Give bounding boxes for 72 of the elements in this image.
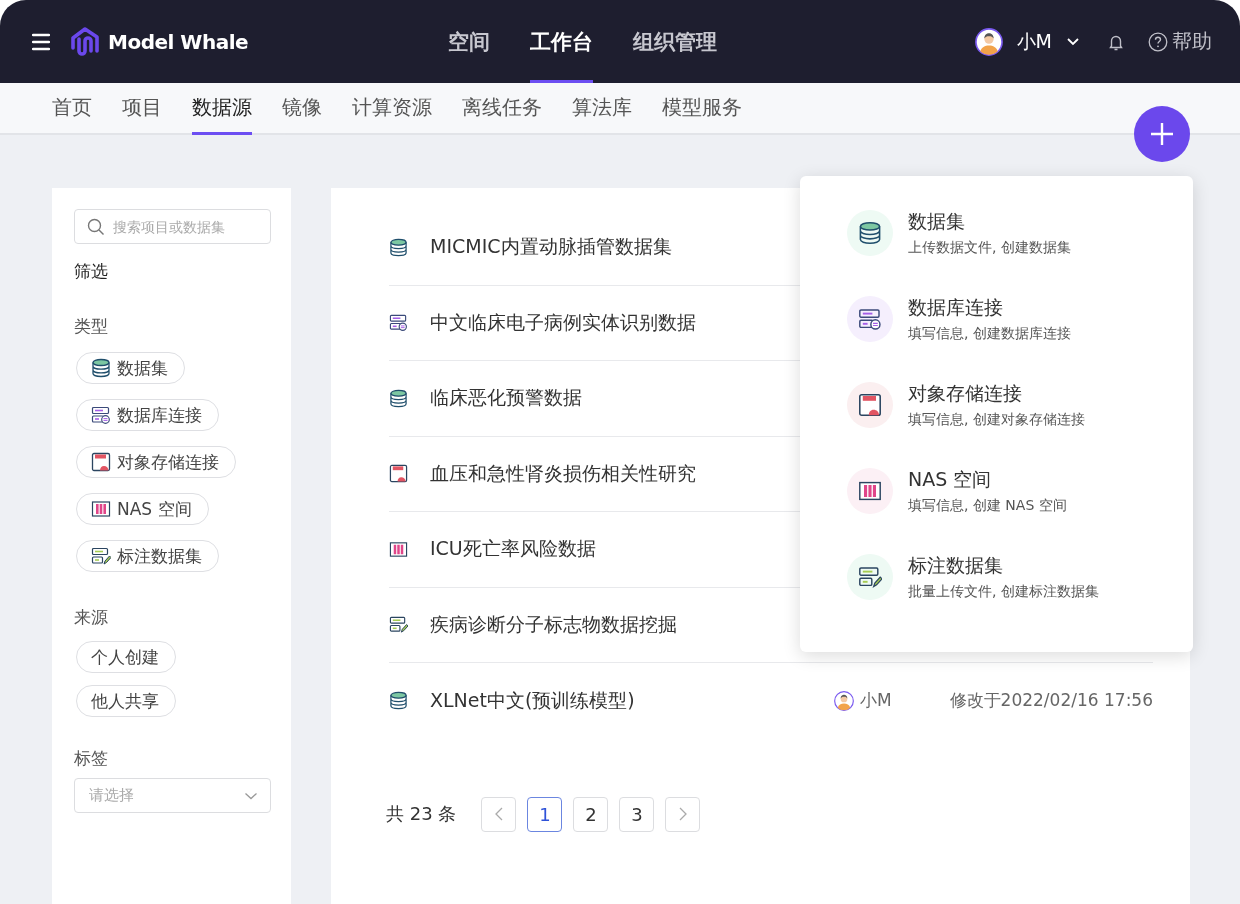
section-heading: 类型	[74, 315, 108, 338]
note-pen-icon	[389, 615, 408, 635]
type-filter-chip[interactable]: 数据库连接	[76, 399, 219, 431]
user-name[interactable]: 小M	[1016, 28, 1052, 55]
menu-item-title: 对象存储连接	[908, 381, 1023, 406]
server-link-icon	[91, 405, 111, 425]
type-filter-chip[interactable]: NAS 空间	[76, 493, 209, 525]
search-icon	[87, 218, 105, 236]
menu-item-description: 填写信息, 创建对象存储连接	[908, 411, 1085, 429]
type-filter-chip[interactable]: 数据集	[76, 352, 185, 384]
database-stack-icon	[858, 221, 882, 245]
help-icon[interactable]	[1148, 31, 1168, 52]
type-filter-chip[interactable]: 标注数据集	[76, 540, 219, 572]
page-button[interactable]: 3	[619, 796, 655, 832]
modified-time: 修改于2022/02/16 17:56	[949, 689, 1153, 713]
source-filter-chip[interactable]: 个人创建	[76, 641, 176, 673]
menu-item-description: 填写信息, 创建 NAS 空间	[908, 497, 1067, 515]
menu-item-title: 数据库连接	[908, 295, 1004, 320]
menu-item-description: 上传数据文件, 创建数据集	[908, 239, 1071, 257]
subnav-tab[interactable]: 数据源	[192, 83, 252, 135]
type-filter-chip[interactable]: 对象存储连接	[76, 446, 236, 478]
chevron-left-icon	[493, 806, 504, 822]
plus-icon	[1150, 122, 1174, 146]
page-button[interactable]: 2	[573, 796, 609, 832]
subnav-tab[interactable]: 首页	[52, 83, 92, 135]
database-stack-icon	[389, 388, 408, 408]
storage-rack-icon	[858, 479, 882, 503]
subnav-tab[interactable]: 镜像	[282, 83, 322, 135]
page-button[interactable]: 1	[527, 796, 563, 832]
subnav-tab[interactable]: 算法库	[572, 83, 632, 135]
nav-tab[interactable]: 组织管理	[633, 0, 718, 83]
logo-icon	[70, 25, 100, 58]
menu-item-title: 标注数据集	[908, 553, 1004, 578]
subnav-tab[interactable]: 计算资源	[352, 83, 432, 135]
chevron-down-icon[interactable]	[1066, 36, 1080, 47]
menu-icon[interactable]	[32, 32, 50, 51]
create-menu-item[interactable]: 数据库连接 填写信息, 创建数据库连接	[847, 286, 1193, 352]
total-count: 共 23 条	[386, 802, 457, 826]
menu-item-description: 填写信息, 创建数据库连接	[908, 325, 1071, 343]
note-pen-icon	[91, 546, 111, 566]
database-stack-icon	[389, 237, 408, 257]
create-menu-item[interactable]: 数据集 上传数据文件, 创建数据集	[847, 200, 1193, 266]
dataset-name[interactable]: XLNet中文(预训练模型)	[430, 687, 834, 714]
storage-rack-icon	[389, 539, 408, 559]
create-menu-item[interactable]: 标注数据集 批量上传文件, 创建标注数据集	[847, 544, 1193, 610]
logo-text: Model Whale	[108, 29, 249, 54]
subnav-tab[interactable]: 项目	[122, 83, 162, 135]
note-pen-icon	[858, 565, 882, 589]
add-button[interactable]	[1134, 106, 1190, 162]
owner-name: 小M	[859, 689, 892, 713]
section-heading: 标签	[74, 747, 108, 770]
chevron-right-icon	[677, 806, 688, 822]
database-stack-icon	[91, 358, 111, 378]
search-field[interactable]: 搜索项目或数据集	[74, 209, 271, 244]
filter-heading: 筛选	[74, 260, 108, 283]
user-avatar[interactable]	[974, 27, 1003, 56]
database-stack-icon	[389, 691, 408, 711]
menu-item-description: 批量上传文件, 创建标注数据集	[908, 583, 1099, 601]
menu-item-title: NAS 空间	[908, 467, 993, 492]
source-filter-chip[interactable]: 他人共享	[76, 685, 176, 717]
storage-rack-icon	[91, 499, 111, 519]
help-link[interactable]: 帮助	[1172, 28, 1212, 55]
subnav-tab[interactable]: 模型服务	[662, 83, 742, 135]
menu-item-title: 数据集	[908, 209, 966, 234]
nav-tab[interactable]: 空间	[448, 0, 491, 83]
create-menu-item[interactable]: NAS 空间 填写信息, 创建 NAS 空间	[847, 458, 1193, 524]
server-link-icon	[389, 313, 408, 333]
create-menu-item[interactable]: 对象存储连接 填写信息, 创建对象存储连接	[847, 372, 1193, 438]
chevron-down-icon	[244, 790, 258, 801]
subnav-tab[interactable]: 离线任务	[462, 83, 542, 135]
section-heading: 来源	[74, 606, 108, 629]
server-link-icon	[858, 307, 882, 331]
